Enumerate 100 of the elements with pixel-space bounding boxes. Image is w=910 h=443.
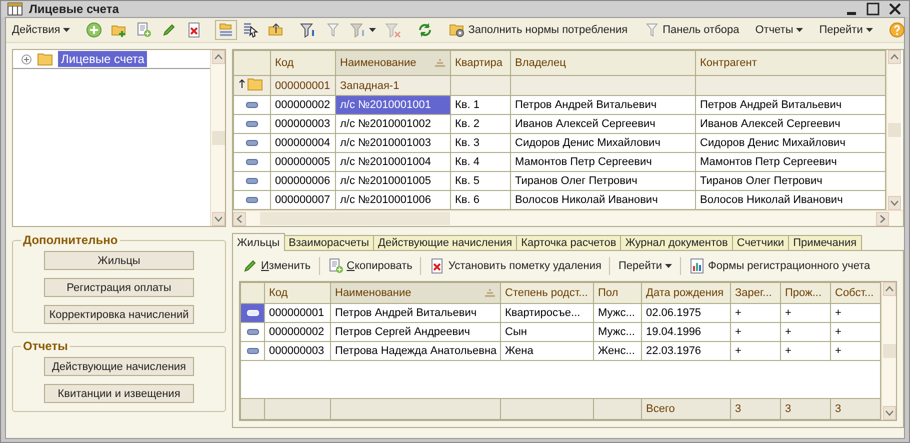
table-cell: Мамонтов Петр Сергеевич [510,152,696,172]
goto-menu[interactable]: Перейти [615,256,676,276]
help-icon [888,22,905,38]
footer-cell: Всего [642,398,730,420]
folder-up-icon [268,22,284,38]
item-icon [246,348,258,354]
side-button[interactable]: Корректировка начислений [44,305,194,324]
table-cell: 000000001 [270,76,336,96]
document-plus-icon [136,22,152,38]
vertical-scrollbar[interactable] [886,50,901,210]
filter-icon [300,22,316,38]
scroll-thumb[interactable] [212,131,224,145]
mark-delete-button[interactable]: Установить пометку удаления [426,256,604,276]
tab[interactable]: Примечания [788,235,862,251]
delete-document-icon [186,22,202,38]
tab[interactable]: Жильцы [232,233,285,251]
column-header[interactable]: Степень родст... [500,282,594,304]
column-header[interactable]: Наименование [336,50,450,76]
scroll-left-icon [236,214,242,223]
tab[interactable]: Счетчики [732,235,790,251]
item-icon [246,121,258,127]
actions-menu[interactable]: Действия [9,20,74,40]
side-button[interactable]: Квитанции и извещения [44,384,194,403]
column-header[interactable]: Код [270,50,336,76]
window-title: Лицевые счета [29,2,120,16]
column-header[interactable]: Пол [594,282,642,304]
reports-menu[interactable]: Отчеты [752,20,806,40]
table-cell: л/с №2010001002 [336,114,450,134]
pencil-icon [161,22,178,38]
caret-icon [63,28,70,32]
table-cell: Петров Андрей Витальевич [696,96,886,114]
filter-icon [325,22,342,38]
column-header[interactable]: Владелец [510,50,696,76]
item-icon [246,178,258,184]
table-cell: Квартиросъе... [500,304,594,322]
pencil-icon [242,258,258,274]
side-button[interactable]: Регистрация оплаты [44,278,194,297]
column-header[interactable]: Прож... [780,282,830,304]
table-cell: Мужс... [594,304,642,322]
registration-forms-button[interactable]: Формы регистрационного учета [686,256,874,276]
side-button[interactable]: Жильцы [44,251,194,270]
table-cell: Тиранов Олег Петрович [696,172,886,190]
tab[interactable]: Карточка расчетов [516,235,622,251]
table-cell: Кв. 5 [450,172,510,190]
side-button[interactable]: Действующие начисления [44,357,194,376]
table-cell: л/с №2010001004 [336,152,450,172]
goto-menu[interactable]: Перейти [816,20,876,40]
vertical-scrollbar[interactable] [881,282,896,420]
scroll-thumb[interactable] [888,123,900,137]
filter-clear-icon [385,22,402,38]
maximize-icon [865,1,881,17]
table-cell: л/с №2010001005 [336,172,450,190]
vertical-scrollbar[interactable] [210,50,225,226]
column-header[interactable]: Дата рождения [642,282,730,304]
table-cell: 22.03.1976 [642,342,730,360]
edit-button[interactable]: Изменить [239,256,314,276]
column-header[interactable]: Квартира [450,50,510,76]
filter-icon [350,22,366,38]
fill-norms-button[interactable]: Заполнить нормы потребления [446,20,631,40]
table-cell: Сидоров Денис Михайлович [696,134,886,152]
copy-button[interactable]: Скопировать [324,256,416,276]
scroll-down-icon [890,200,898,206]
tab[interactable]: Взаиморасчеты [284,235,374,251]
folder-list-icon [218,22,234,38]
column-header[interactable]: Контрагент [696,50,886,76]
table-cell: 000000001 [264,304,330,322]
horizontal-scrollbar[interactable] [233,210,903,226]
table-cell: Женс... [594,342,642,360]
table-cell: Петров Андрей Витальевич [330,304,500,322]
table-cell: Иванов Алексей Сергеевич [510,114,696,134]
item-icon [246,159,258,165]
column-header[interactable]: Код [264,282,330,304]
tree-item[interactable]: Лицевые счета [58,51,148,67]
item-icon [246,329,258,335]
table-cell: Петрова Надежда Анатольевна [330,342,500,360]
close-button[interactable] [887,1,903,17]
tab[interactable]: Действующие начисления [373,235,518,251]
column-header[interactable]: Собст... [830,282,880,304]
column-header[interactable]: Наименование [330,282,500,304]
minimize-icon [846,12,856,15]
table-cell: 19.04.1996 [642,322,730,342]
table-cell: Петров Андрей Витальевич [510,96,696,114]
table-cell: Кв. 4 [450,152,510,172]
document-plus-icon [328,258,344,274]
table-cell: Мамонтов Петр Сергеевич [696,152,886,172]
footer-cell: 3 [780,398,830,420]
scroll-thumb[interactable] [882,344,896,358]
tab[interactable]: Журнал документов [620,235,733,251]
table-cell: Петров Сергей Андреевич [330,322,500,342]
folder-gear-icon [449,22,466,38]
column-header[interactable]: Зарег... [730,282,780,304]
scroll-thumb[interactable] [260,212,450,224]
expand-icon[interactable] [21,54,32,64]
table-cell: 02.06.1975 [642,304,730,322]
table-cell: Жена [500,342,594,360]
table-cell: + [780,304,830,322]
sort-icon [484,289,496,297]
caret-icon [866,28,873,32]
maximize-button[interactable] [865,1,881,17]
filter-panel-button[interactable]: Панель отбора [640,20,742,40]
